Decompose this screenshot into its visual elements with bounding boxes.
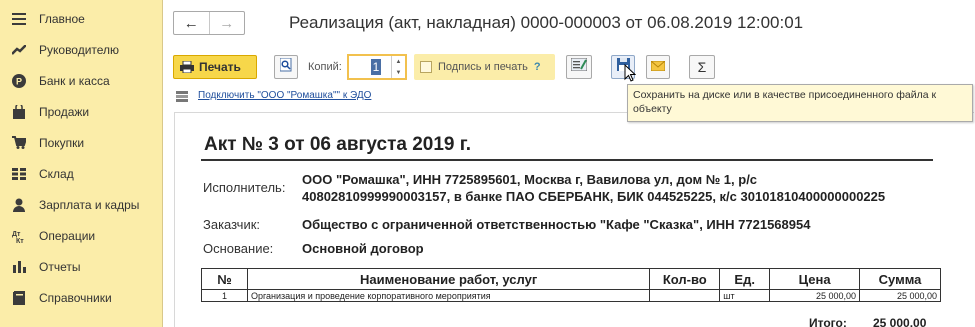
copies-stepper[interactable]: ▲ ▼ — [391, 56, 405, 78]
sidebar: Главное Руководителю P Банк и касса Прод… — [0, 0, 163, 327]
sign-label: Подпись и печать — [438, 61, 528, 73]
cell-qty — [649, 289, 721, 302]
sidebar-item-label: Операции — [39, 228, 96, 243]
sidebar-item-label: Руководителю — [39, 42, 120, 57]
envelope-icon — [650, 58, 666, 76]
cell-unit: шт — [719, 289, 771, 302]
coin-icon: P — [12, 73, 26, 88]
executor-label: Исполнитель: — [203, 180, 286, 195]
sidebar-item-label: Продажи — [39, 104, 90, 119]
table-row: 1 Организация и проведение корпоративног… — [201, 289, 941, 302]
col-number: № — [201, 268, 248, 290]
sidebar-item-label: Зарплата и кадры — [39, 197, 140, 212]
back-button[interactable]: ← — [174, 12, 209, 34]
table-header-row: № Наименование работ, услуг Кол-во Ед. Ц… — [201, 268, 941, 290]
email-button[interactable] — [646, 55, 670, 79]
page-title: Реализация (акт, накладная) 0000-000003 … — [289, 13, 804, 32]
chart-trend-icon — [12, 43, 26, 57]
forward-button[interactable]: → — [208, 12, 245, 34]
cell-sum: 25 000,00 — [859, 289, 941, 302]
sidebar-item-operations[interactable]: Дт Кт Операции — [0, 220, 163, 251]
print-button-label: Печать — [199, 60, 241, 74]
title-divider — [201, 159, 933, 161]
copies-value[interactable]: 1 — [371, 59, 381, 75]
warehouse-icon — [12, 167, 26, 181]
executor-line-2: 40802810999990003157, в банке ПАО СБЕРБА… — [302, 189, 886, 204]
executor-line-1: ООО "Ромашка", ИНН 7725895601, Москва г,… — [302, 172, 758, 187]
edit-button[interactable] — [566, 55, 592, 79]
person-icon — [12, 198, 26, 212]
basis-value: Основной договор — [302, 241, 424, 256]
history-nav: ← → — [173, 11, 245, 35]
edo-icon — [176, 89, 188, 107]
stepper-up-icon[interactable]: ▲ — [396, 59, 402, 65]
sidebar-item-bank[interactable]: P Банк и касса — [0, 65, 163, 96]
customer-label: Заказчик: — [203, 217, 261, 232]
sidebar-item-purchases[interactable]: Покупки — [0, 127, 163, 158]
services-table: № Наименование работ, услуг Кол-во Ед. Ц… — [201, 268, 941, 302]
cart-icon — [12, 136, 26, 150]
printer-icon — [180, 60, 194, 74]
edit-document-icon — [570, 57, 588, 76]
sidebar-item-main[interactable]: Главное — [0, 3, 163, 34]
copies-label: Копий: — [308, 61, 342, 73]
cell-name: Организация и проведение корпоративного … — [246, 289, 651, 302]
sidebar-item-salary[interactable]: Зарплата и кадры — [0, 189, 163, 220]
sign-checkbox[interactable] — [420, 61, 432, 73]
stepper-down-icon[interactable]: ▼ — [396, 70, 402, 76]
cell-number: 1 — [201, 289, 248, 302]
magnifier-icon — [279, 57, 293, 77]
sidebar-item-reports[interactable]: Отчеты — [0, 251, 163, 282]
svg-text:Кт: Кт — [16, 238, 24, 243]
sidebar-item-warehouse[interactable]: Склад — [0, 158, 163, 189]
operations-icon: Дт Кт — [12, 229, 26, 243]
sidebar-item-label: Покупки — [39, 135, 85, 150]
col-price: Цена — [769, 268, 861, 290]
total-label: Итого: — [809, 316, 847, 327]
copies-input[interactable]: 1 ▲ ▼ — [347, 54, 407, 80]
sidebar-item-label: Отчеты — [39, 259, 81, 274]
sigma-icon: Σ — [697, 59, 707, 75]
col-sum: Сумма — [859, 268, 941, 290]
print-button[interactable]: Печать — [173, 55, 257, 79]
sidebar-item-manager[interactable]: Руководителю — [0, 34, 163, 65]
sidebar-item-sales[interactable]: Продажи — [0, 96, 163, 127]
connect-edo-link[interactable]: Подключить "ООО "Ромашка"" к ЭДО — [198, 90, 371, 101]
sign-and-stamp-toggle[interactable]: Подпись и печать ? — [414, 54, 555, 80]
sidebar-item-label: Главное — [39, 11, 85, 26]
bar-chart-icon — [12, 260, 26, 274]
sum-button[interactable]: Σ — [689, 55, 715, 79]
col-name: Наименование работ, услуг — [246, 268, 651, 290]
save-tooltip: Сохранить на диске или в качестве присое… — [627, 84, 973, 122]
menu-icon — [12, 12, 26, 26]
customer-value: Общество с ограниченной ответственностью… — [302, 217, 811, 232]
sidebar-item-label: Справочники — [39, 290, 112, 305]
help-icon[interactable]: ? — [534, 61, 541, 73]
book-icon — [12, 290, 26, 305]
cell-price: 25 000,00 — [769, 289, 861, 302]
sidebar-item-label: Банк и касса — [39, 73, 110, 88]
basis-label: Основание: — [203, 241, 274, 256]
total-value: 25 000,00 — [873, 316, 927, 327]
col-unit: Ед. — [719, 268, 771, 290]
sidebar-item-directories[interactable]: Справочники — [0, 282, 163, 313]
sidebar-item-label: Склад — [39, 166, 74, 181]
shopping-bag-icon — [12, 104, 26, 119]
preview-button[interactable] — [274, 55, 298, 79]
svg-text:Дт: Дт — [12, 231, 21, 238]
col-qty: Кол-во — [649, 268, 721, 290]
act-title: Акт № 3 от 06 августа 2019 г. — [204, 134, 472, 155]
svg-text:P: P — [16, 76, 22, 86]
